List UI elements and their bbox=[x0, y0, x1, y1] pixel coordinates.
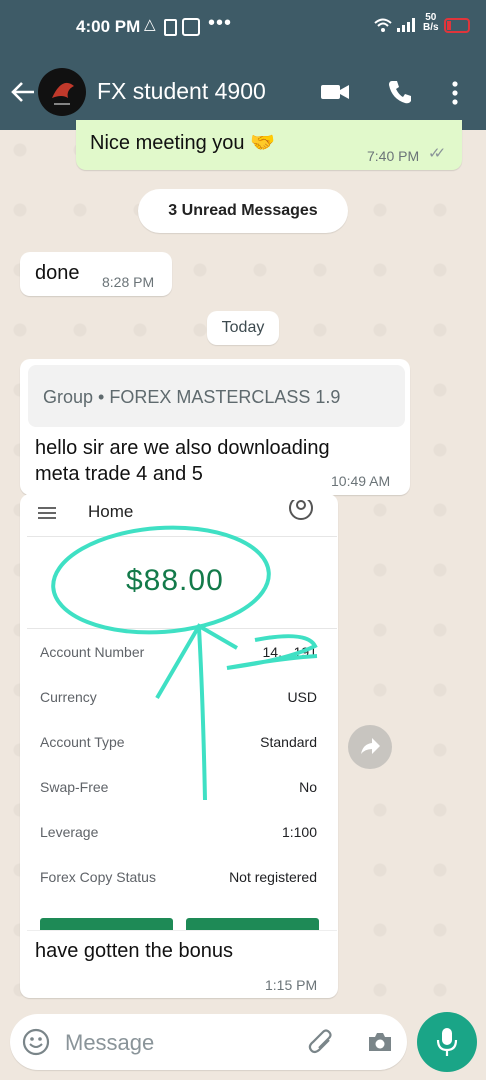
contact-avatar[interactable] bbox=[38, 68, 86, 116]
network-speed-unit: B/s bbox=[423, 22, 439, 33]
message-text-line-1: hello sir are we also downloading bbox=[35, 437, 330, 459]
battery-icon bbox=[444, 18, 470, 33]
wifi-icon bbox=[374, 18, 392, 32]
warning-icon: △ bbox=[144, 16, 156, 33]
image-caption: have gotten the bonus bbox=[35, 940, 233, 962]
microphone-icon bbox=[436, 1028, 458, 1056]
date-pill: Today bbox=[207, 311, 279, 345]
battery-saver-icon bbox=[164, 19, 177, 36]
network-speed: 50 B/s bbox=[423, 13, 439, 33]
message-text: done bbox=[35, 262, 80, 284]
hand-drawn-annotation bbox=[51, 525, 318, 801]
video-call-icon[interactable] bbox=[320, 82, 350, 102]
message-input[interactable]: Message bbox=[65, 1030, 154, 1056]
forward-icon bbox=[361, 738, 380, 754]
message-bubble-outgoing[interactable]: Nice meeting you 🤝 7:40 PM ✓✓ bbox=[76, 120, 462, 170]
more-options-icon[interactable] bbox=[450, 80, 460, 106]
voice-message-button[interactable] bbox=[417, 1012, 477, 1072]
message-bubble-incoming[interactable]: Group • FOREX MASTERCLASS 1.9 hello sir … bbox=[20, 359, 410, 495]
phone-call-icon[interactable] bbox=[387, 79, 413, 105]
game-icon bbox=[182, 18, 200, 36]
message-time: 8:28 PM bbox=[102, 274, 155, 290]
message-text: Nice meeting you 🤝 bbox=[90, 132, 275, 154]
attach-icon[interactable] bbox=[307, 1028, 335, 1056]
bird-logo-icon bbox=[52, 82, 74, 105]
unread-messages-pill: 3 Unread Messages bbox=[138, 189, 348, 233]
message-time: 7:40 PM bbox=[367, 148, 420, 164]
contact-name[interactable]: FX student 4900 bbox=[97, 78, 266, 105]
message-bubble-incoming[interactable]: done 8:28 PM bbox=[20, 252, 172, 296]
battery-level bbox=[447, 21, 451, 30]
status-time: 4:00 PM bbox=[76, 17, 141, 36]
back-arrow-icon[interactable] bbox=[10, 80, 36, 104]
signal-icon bbox=[397, 18, 415, 32]
message-time: 1:15 PM bbox=[265, 977, 318, 993]
forward-button[interactable] bbox=[348, 725, 392, 769]
quoted-group-reply[interactable]: Group • FOREX MASTERCLASS 1.9 bbox=[28, 365, 405, 427]
message-time: 10:49 AM bbox=[331, 473, 391, 489]
read-receipt-icon: ✓✓ bbox=[428, 145, 446, 162]
camera-icon[interactable] bbox=[366, 1030, 394, 1054]
message-text-line-2: meta trade 4 and 5 bbox=[35, 463, 203, 485]
emoji-icon[interactable] bbox=[22, 1028, 50, 1056]
quoted-group-name: Group • FOREX MASTERCLASS 1.9 bbox=[43, 387, 341, 407]
more-notifications-icon: ••• bbox=[208, 12, 233, 34]
top-bar: 4:00 PM △ ••• 50 B/s FX student 4900 bbox=[0, 0, 486, 130]
shared-screenshot-image[interactable]: Home $88.00 Account Number 14... 191 Cur… bbox=[27, 500, 337, 931]
message-composer[interactable]: Message bbox=[10, 1014, 407, 1070]
